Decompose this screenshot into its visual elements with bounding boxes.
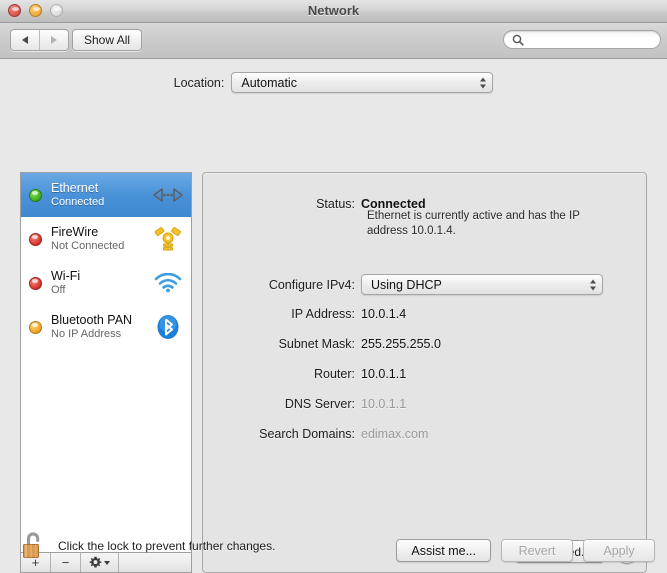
configure-ipv4-value: Using DHCP (371, 277, 442, 292)
service-name: Wi-Fi (51, 269, 81, 284)
preferences-body: Location: Automatic Ethernet Connected F… (0, 59, 667, 573)
stepper-arrows-icon (590, 279, 596, 290)
subnet-mask-label: Subnet Mask: (278, 337, 355, 351)
search-icon (512, 34, 524, 46)
ip-address-row: IP Address: 10.0.1.4 (203, 307, 406, 321)
search-field[interactable] (503, 30, 661, 49)
service-name: Bluetooth PAN (51, 313, 133, 328)
status-dot-red (29, 232, 42, 246)
stepper-arrows-icon (480, 77, 487, 88)
location-label: Location: (173, 75, 225, 90)
subnet-mask-value: 255.255.255.0 (361, 337, 441, 351)
dns-server-value: 10.0.1.1 (361, 397, 407, 411)
triangle-left-icon (22, 36, 28, 44)
sidebar-item-firewire[interactable]: FireWire Not Connected (21, 217, 191, 261)
search-domains-label: Search Domains: (259, 427, 355, 441)
wifi-icon (151, 273, 185, 293)
search-domains-value: edimax.com (361, 427, 429, 441)
configure-ipv4-popup-button[interactable]: Using DHCP (361, 274, 603, 295)
service-detail-panel: Status: Connected Ethernet is currently … (202, 172, 647, 573)
apply-button: Apply (583, 539, 655, 562)
navigation-segmented-control (10, 29, 69, 51)
network-services-list[interactable]: Ethernet Connected FireWire Not Connecte… (20, 172, 192, 552)
show-all-button[interactable]: Show All (72, 29, 143, 51)
status-dot-red (29, 276, 42, 290)
footer-buttons: Assist me... Revert Apply (396, 539, 655, 562)
sidebar-item-ethernet[interactable]: Ethernet Connected (21, 173, 191, 217)
configure-ipv4-row: Configure IPv4: Using DHCP (203, 274, 603, 295)
search-domains-row: Search Domains: edimax.com (203, 427, 428, 441)
revert-button: Revert (501, 539, 573, 562)
service-status: No IP Address (51, 327, 122, 340)
dns-server-label: DNS Server: (284, 397, 355, 411)
triangle-right-icon (51, 36, 57, 44)
back-button[interactable] (11, 30, 39, 50)
lock-area[interactable]: Click the lock to prevent further change… (22, 531, 275, 561)
unlocked-padlock-icon[interactable] (22, 531, 48, 561)
window-titlebar: Network (0, 0, 667, 23)
service-status: Off (51, 283, 66, 296)
status-label: Status: (316, 197, 355, 211)
bluetooth-icon (151, 314, 185, 340)
location-selected-value: Automatic (241, 75, 297, 90)
service-status: Connected (51, 195, 105, 208)
ip-address-value: 10.0.1.4 (361, 307, 407, 321)
window-title: Network (307, 3, 360, 18)
forward-button (39, 30, 68, 50)
chevron-down-icon (104, 560, 110, 565)
dns-server-row: DNS Server: 10.0.1.1 (203, 397, 406, 411)
lock-message: Click the lock to prevent further change… (58, 539, 276, 553)
status-dot-amber (29, 320, 42, 334)
search-input[interactable] (528, 32, 652, 47)
sidebar-item-bluetooth-pan[interactable]: Bluetooth PAN No IP Address (21, 305, 191, 349)
sidebar-item-wifi[interactable]: Wi-Fi Off (21, 261, 191, 305)
service-name: FireWire (51, 225, 99, 240)
subnet-mask-row: Subnet Mask: 255.255.255.0 (203, 337, 441, 351)
configure-ipv4-label: Configure IPv4: (268, 277, 355, 292)
router-label: Router: (314, 367, 355, 381)
status-dot-green (29, 188, 42, 202)
firewire-icon (151, 226, 185, 252)
network-preferences-window: Network Show All Location: Automatic Eth… (0, 0, 667, 573)
router-value: 10.0.1.1 (361, 367, 407, 381)
status-description: Ethernet is currently active and has the… (367, 210, 580, 238)
ethernet-icon (151, 187, 185, 203)
location-popup-button[interactable]: Automatic (231, 72, 494, 93)
assist-me-button[interactable]: Assist me... (396, 539, 491, 562)
toolbar: Show All (0, 23, 667, 59)
location-row: Location: Automatic (0, 72, 667, 93)
router-row: Router: 10.0.1.1 (203, 367, 406, 381)
service-status: Not Connected (51, 239, 125, 252)
ip-address-label: IP Address: (291, 307, 355, 321)
service-name: Ethernet (51, 181, 99, 196)
